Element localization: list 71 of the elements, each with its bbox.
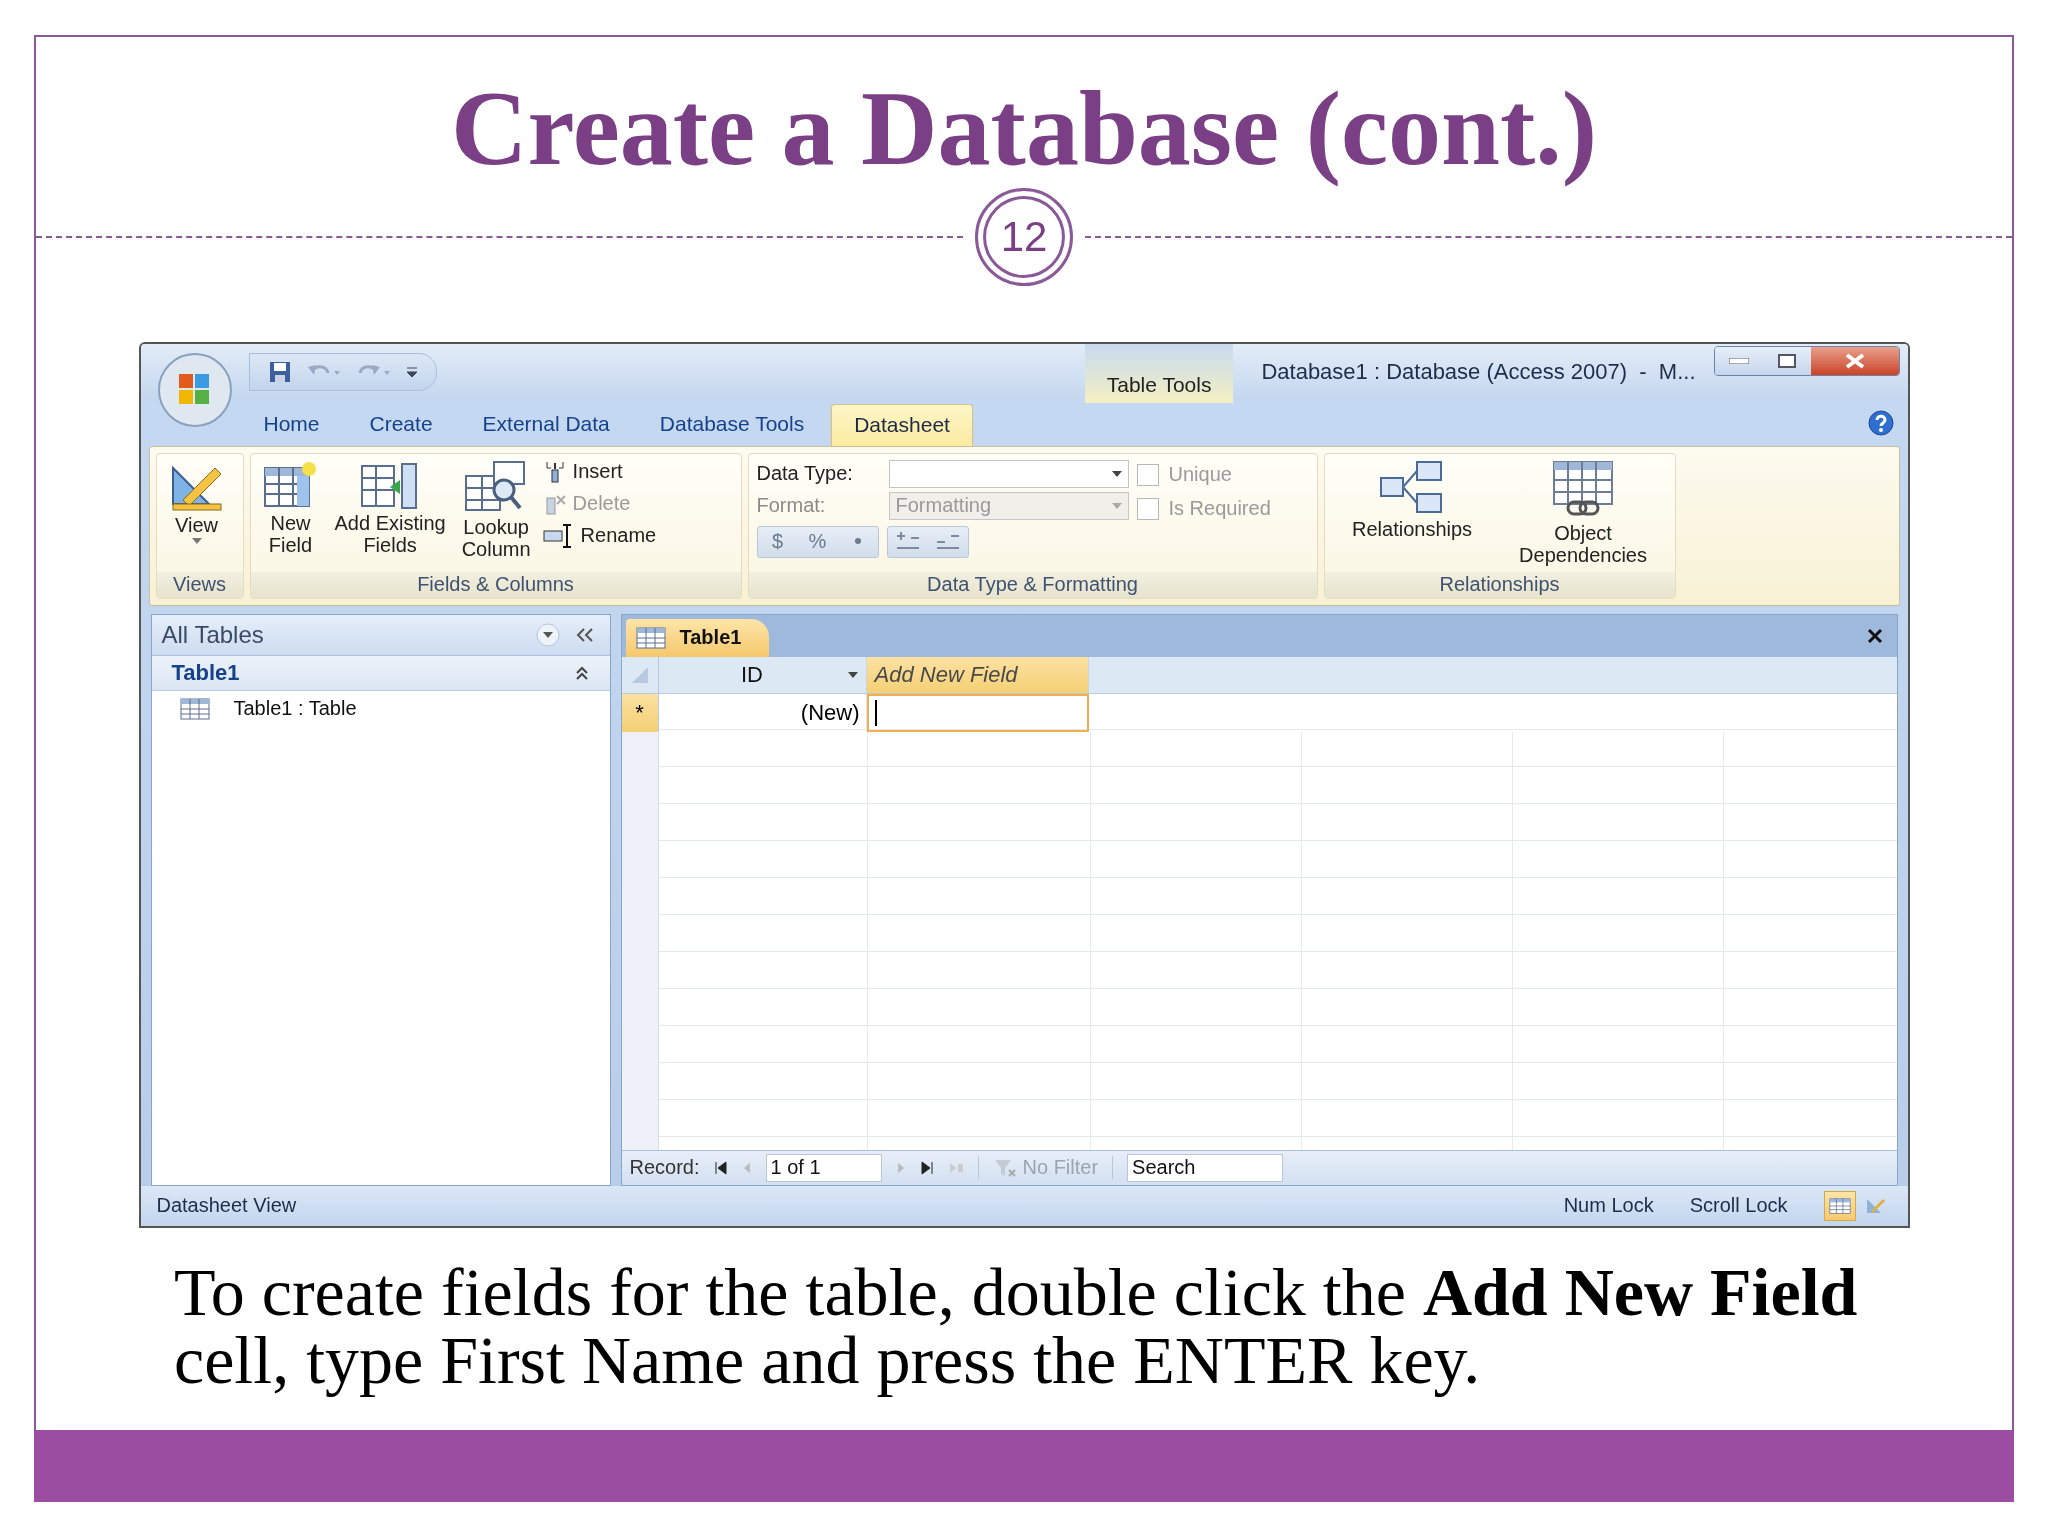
ribbon-tab[interactable]: External Data (459, 402, 633, 446)
last-record-icon[interactable] (919, 1160, 934, 1175)
navigation-item[interactable]: Table1 : Table (151, 690, 610, 727)
percent-button[interactable]: % (797, 526, 838, 557)
ribbon-tab[interactable]: Database Tools (636, 402, 828, 446)
status-indicator: Num Lock (1563, 1194, 1654, 1218)
navigation-group[interactable]: Table1 (151, 655, 610, 691)
table-icon (635, 626, 666, 649)
contextual-tab-label: Table Tools (1084, 343, 1234, 403)
ribbon-tab[interactable]: Home (240, 402, 343, 446)
pane-title: All Tables (161, 620, 265, 649)
currency-button[interactable]: $ (757, 526, 798, 557)
column-title: ID (741, 661, 763, 688)
grid-icon (1828, 1197, 1851, 1214)
group-label: Views (156, 571, 243, 598)
status-text: Datasheet View (156, 1194, 298, 1218)
dropdown-arrow-icon (1111, 470, 1122, 477)
ribbon-button[interactable]: Lookup Column (457, 457, 535, 572)
ribbon-button[interactable]: Relationships (1348, 457, 1477, 572)
text-cursor (874, 699, 877, 726)
column-header[interactable]: ID (658, 656, 867, 693)
minimize-icon (1728, 357, 1749, 364)
group-label: Relationships (1324, 571, 1675, 598)
ruler-pencil-icon (1864, 1196, 1887, 1215)
document-tab[interactable]: Table1 (625, 618, 770, 657)
corner-triangle-icon (631, 666, 648, 683)
record-label: Record: (629, 1156, 700, 1180)
minimize-button[interactable] (1714, 346, 1763, 375)
first-record-icon[interactable] (713, 1160, 728, 1175)
slide-title: Create a Database (cont.) (450, 71, 1598, 188)
slide-number: 12 (975, 187, 1073, 286)
field-label: Data Type: (756, 462, 854, 486)
table-cell[interactable] (866, 693, 1089, 732)
close-button[interactable] (1810, 346, 1899, 375)
dropdown-button[interactable] (535, 622, 560, 647)
ribbon-button[interactable]: Object Dependencies (1515, 457, 1651, 572)
next-record-icon[interactable] (895, 1160, 906, 1175)
ribbon-tab[interactable]: Datasheet (831, 403, 973, 446)
table-star-icon (262, 459, 319, 510)
ribbon-button[interactable]: Rename (542, 521, 657, 550)
dropdown-arrow-icon (847, 671, 858, 678)
close-icon (1844, 352, 1865, 369)
field-label: Format: (756, 494, 827, 518)
ribbon-button[interactable]: Insert (542, 457, 657, 486)
ribbon-tab[interactable]: Create (346, 402, 456, 446)
maximize-button[interactable] (1762, 346, 1811, 375)
table-icon (179, 697, 210, 720)
group-label: Data Type & Formatting (748, 571, 1317, 598)
funnel-icon (992, 1157, 1017, 1178)
column-title: Add New Field (874, 661, 1018, 688)
dropdown-arrow-icon (191, 538, 202, 544)
record-number-field[interactable]: 1 of 1 (765, 1153, 882, 1182)
ribbon-button[interactable]: Add Existing Fields (330, 457, 450, 572)
customize-arrow-icon[interactable] (405, 365, 418, 378)
window-title: Database1 : Database (Access 2007) - M... (1261, 358, 1696, 385)
save-icon[interactable] (267, 359, 292, 384)
group-label: Fields & Columns (250, 571, 741, 598)
search-field[interactable]: Search (1127, 1153, 1284, 1182)
close-icon[interactable] (1866, 627, 1883, 644)
row-selector[interactable]: * (621, 693, 659, 732)
office-button[interactable] (156, 351, 233, 428)
view-button[interactable]: View (164, 457, 229, 572)
table-cell[interactable]: (New) (658, 693, 867, 732)
maximize-icon (1777, 353, 1796, 368)
dropdown-arrow-icon (1111, 502, 1122, 509)
status-indicator: Scroll Lock (1689, 1194, 1788, 1218)
datasheet-view-button[interactable] (1823, 1190, 1856, 1221)
help-icon[interactable] (1867, 409, 1894, 436)
ribbon-button[interactable]: New Field (258, 457, 323, 572)
column-header[interactable]: Add New Field (866, 656, 1089, 693)
data-type-dropdown[interactable] (888, 459, 1129, 488)
